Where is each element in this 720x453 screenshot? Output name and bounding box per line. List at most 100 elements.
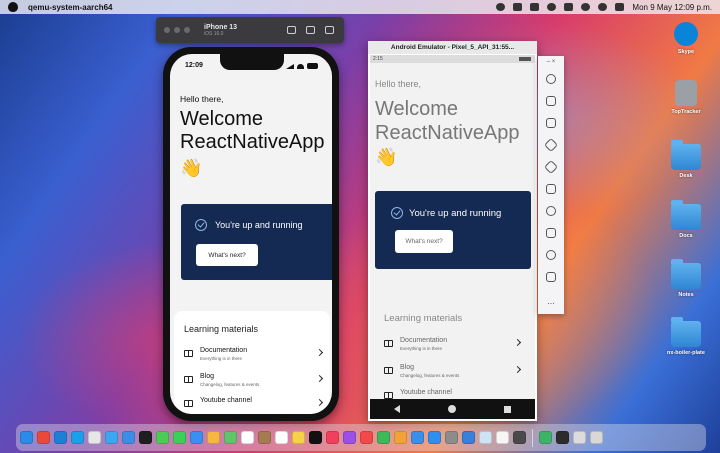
rotate-icon[interactable]	[325, 26, 334, 34]
skype-icon[interactable]	[71, 431, 84, 444]
whats-next-button[interactable]: What's next?	[395, 230, 453, 253]
list-item-documentation[interactable]: Documentation Everything is in there	[184, 347, 324, 369]
more-icon[interactable]: ...	[543, 296, 559, 306]
running-text: You're up and running	[409, 208, 502, 219]
facetime-icon[interactable]	[173, 431, 186, 444]
terminal-icon[interactable]	[139, 431, 152, 444]
desktop-icon-notes[interactable]: Notes	[655, 259, 717, 298]
screenshot-icon[interactable]	[513, 431, 526, 444]
music-icon[interactable]	[326, 431, 339, 444]
learning-materials-card: Learning materials Documentation Everyth…	[174, 311, 330, 414]
android-studio-icon[interactable]	[539, 431, 552, 444]
screenshot-icon[interactable]	[306, 26, 315, 34]
camera-icon[interactable]	[546, 184, 556, 194]
textedit-icon[interactable]	[496, 431, 509, 444]
rotate-right-icon[interactable]	[543, 159, 559, 175]
desktop-icon-toptracker[interactable]: TopTracker	[655, 80, 717, 115]
side-minimize-button[interactable]: –	[547, 59, 550, 65]
search-icon[interactable]	[598, 3, 608, 11]
whats-next-button[interactable]: What's next?	[196, 244, 258, 266]
settings-icon[interactable]	[445, 431, 458, 444]
menu-bar: qemu-system-aarch64 Mon 9 May 12:09 p.m.	[0, 0, 720, 14]
list-item-blog[interactable]: Blog Changelog, features & events	[184, 373, 324, 395]
chevron-right-icon	[513, 365, 522, 374]
list-item-blog[interactable]: Blog Changelog, features & events	[384, 364, 522, 386]
minimize-button[interactable]	[174, 27, 180, 33]
battery-icon[interactable]	[564, 3, 574, 11]
iphone-simulator: 12:09 Hello there, Welcome ReactNativeAp…	[163, 47, 339, 421]
desktop-label: nx-boiler-plate	[667, 350, 705, 356]
desktop-icon-desk[interactable]: Desk	[655, 140, 717, 179]
side-close-button[interactable]: ×	[552, 59, 556, 65]
desktop-icon-skype[interactable]: Skype	[655, 22, 717, 55]
volume-up-icon[interactable]	[546, 96, 556, 106]
appstore-icon[interactable]	[428, 431, 441, 444]
folder-icon	[671, 200, 701, 230]
documents-icon[interactable]	[573, 431, 586, 444]
window-controls	[164, 27, 190, 33]
home-icon[interactable]	[546, 250, 556, 260]
notes-icon[interactable]	[292, 431, 305, 444]
desktop-icon-nx-boiler-plate[interactable]: nx-boiler-plate	[655, 317, 717, 356]
home-icon[interactable]	[448, 405, 456, 413]
status-icon[interactable]	[496, 3, 506, 11]
apple-icon[interactable]	[8, 2, 18, 12]
news-icon[interactable]	[360, 431, 373, 444]
back-icon[interactable]	[546, 228, 556, 238]
messages-icon[interactable]	[156, 431, 169, 444]
power-icon[interactable]	[546, 74, 556, 84]
calendar-icon[interactable]	[241, 431, 254, 444]
greeting-text: Hello there,	[375, 79, 422, 89]
chevron-right-icon	[315, 348, 324, 357]
mail-icon[interactable]	[190, 431, 203, 444]
back-icon[interactable]	[394, 405, 400, 413]
active-app-name[interactable]: qemu-system-aarch64	[28, 3, 112, 12]
podcasts-icon[interactable]	[343, 431, 356, 444]
vscode-icon[interactable]	[54, 431, 67, 444]
tv-icon[interactable]	[309, 431, 322, 444]
running-card: You're up and running What's next?	[375, 191, 531, 269]
check-circle-icon	[195, 219, 207, 231]
desktop-label: Desk	[679, 173, 693, 179]
chrome-icon[interactable]	[37, 431, 50, 444]
list-item-youtube[interactable]: Youtube channel	[184, 397, 324, 414]
maps-icon[interactable]	[224, 431, 237, 444]
wifi-icon[interactable]	[581, 3, 591, 11]
simulator-tools	[287, 26, 334, 34]
home-icon[interactable]	[287, 26, 296, 34]
list-item-documentation[interactable]: Documentation Everything is in there	[384, 337, 522, 359]
preview-icon[interactable]	[479, 431, 492, 444]
menu-clock[interactable]: Mon 9 May 12:09 p.m.	[632, 3, 712, 12]
list-item-youtube[interactable]: Youtube channel	[384, 389, 520, 399]
finder-icon[interactable]	[20, 431, 33, 444]
contacts-icon[interactable]	[258, 431, 271, 444]
zoom-button[interactable]	[184, 27, 190, 33]
simulator-title: iPhone 13 iOS 16.0	[204, 24, 237, 37]
zoom-icon[interactable]	[546, 206, 556, 216]
control-center-icon[interactable]	[615, 3, 625, 11]
status-icon[interactable]	[530, 3, 540, 11]
status-icon[interactable]	[513, 3, 523, 11]
reminders-icon[interactable]	[275, 431, 288, 444]
book-icon	[184, 350, 193, 357]
status-icon[interactable]	[547, 3, 557, 11]
xcode-icon[interactable]	[122, 431, 135, 444]
close-button[interactable]	[164, 27, 170, 33]
desktop-icon-docs[interactable]: Docs	[655, 200, 717, 239]
pages-icon[interactable]	[394, 431, 407, 444]
clock-icon[interactable]	[88, 431, 101, 444]
trash-icon[interactable]	[590, 431, 603, 444]
wave-emoji: 👋	[180, 158, 203, 178]
rotate-left-icon[interactable]	[543, 137, 559, 153]
safari-icon[interactable]	[105, 431, 118, 444]
recents-icon[interactable]	[504, 405, 511, 413]
youtube-icon	[384, 392, 393, 399]
numbers-icon[interactable]	[377, 431, 390, 444]
item-title: Youtube channel	[400, 389, 452, 396]
keynote-icon[interactable]	[411, 431, 424, 444]
simulator-icon[interactable]	[462, 431, 475, 444]
overview-icon[interactable]	[546, 272, 556, 282]
photos-icon[interactable]	[207, 431, 220, 444]
downloads-icon[interactable]	[556, 431, 569, 444]
volume-down-icon[interactable]	[546, 118, 556, 128]
